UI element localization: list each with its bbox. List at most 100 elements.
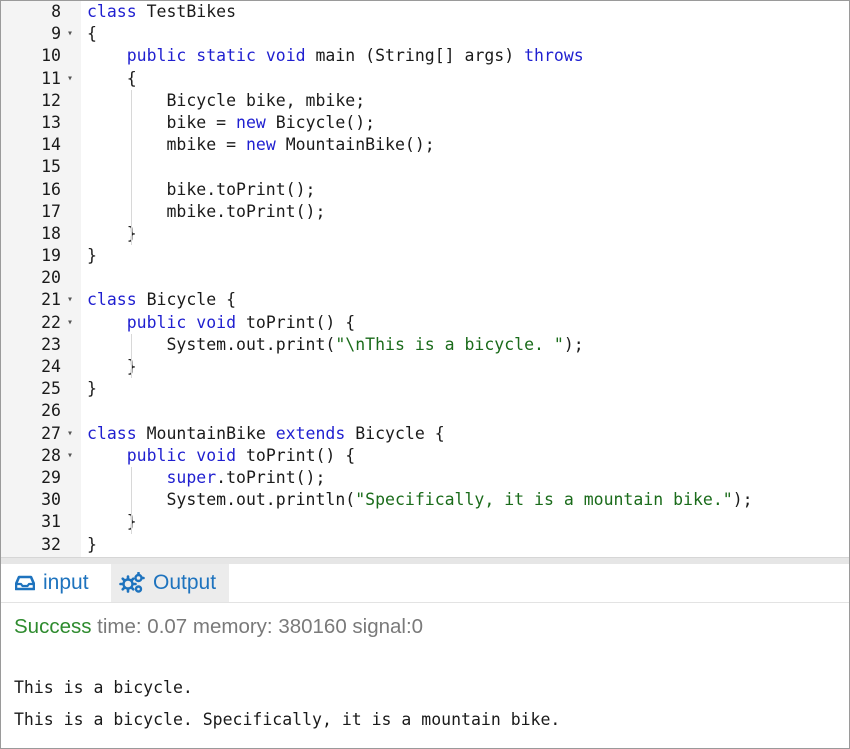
indent-guide xyxy=(131,467,132,534)
code-line[interactable]: 8 class TestBikes xyxy=(1,1,849,23)
keyword-token: public void xyxy=(126,312,237,332)
code-line[interactable]: 12 Bicycle bike, mbike; xyxy=(1,90,849,112)
indent-guide xyxy=(131,334,132,378)
fold-toggle-icon[interactable]: ▾ xyxy=(64,445,76,467)
code-text: bike.toPrint(); xyxy=(87,179,315,201)
code-line[interactable]: 11 ▾ { xyxy=(1,68,849,90)
code-text: class MountainBike extends Bicycle { xyxy=(87,423,445,445)
ide-window: 8 class TestBikes 9 ▾{10 public static void… xyxy=(0,0,850,749)
fold-toggle-icon[interactable]: ▾ xyxy=(64,68,76,90)
code-token: } xyxy=(87,534,97,554)
fold-toggle-icon[interactable]: ▾ xyxy=(64,423,76,445)
code-token: toPrint() { xyxy=(236,445,356,465)
code-line[interactable]: 30 System.out.println("Specifically, it … xyxy=(1,489,849,511)
code-token: ); xyxy=(732,490,753,510)
code-lines: 8 class TestBikes 9 ▾{10 public static void… xyxy=(1,1,849,556)
keyword-token: extends xyxy=(275,423,346,443)
fold-toggle-icon[interactable]: ▾ xyxy=(64,312,76,334)
line-number: 30 xyxy=(41,490,61,510)
line-number: 32 xyxy=(41,534,61,554)
keyword-token: super xyxy=(166,467,217,487)
gears-icon xyxy=(119,572,145,594)
code-line[interactable]: 15 xyxy=(1,156,849,178)
line-number: 8 xyxy=(51,2,61,21)
code-text: public void toPrint() { xyxy=(87,312,356,334)
code-line[interactable]: 17 mbike.toPrint(); xyxy=(1,201,849,223)
code-line[interactable]: 9 ▾ { xyxy=(1,23,849,45)
code-line[interactable]: 27 ▾ class MountainBike extends Bicycle { xyxy=(1,423,849,445)
code-token: Bicycle { xyxy=(345,423,445,443)
code-line[interactable]: 22 ▾ public void toPrint() { xyxy=(1,312,849,334)
code-line[interactable]: 14 mbike = new MountainBike(); xyxy=(1,134,849,156)
inbox-icon xyxy=(15,575,35,591)
code-token: main (String[] args) xyxy=(305,46,525,66)
code-line[interactable]: 10 public static void main (String[] arg… xyxy=(1,45,849,67)
line-number: 18 xyxy=(41,223,61,243)
line-number: 9 xyxy=(51,24,61,44)
keyword-token: new xyxy=(236,112,266,132)
code-line[interactable]: 32} xyxy=(1,534,849,556)
code-line[interactable]: 18 } xyxy=(1,223,849,245)
tab-output[interactable]: Output xyxy=(111,564,229,602)
keyword-token: class xyxy=(87,423,137,443)
code-line[interactable]: 24 } xyxy=(1,356,849,378)
code-token: Bicycle bike, mbike; xyxy=(87,90,366,110)
code-line[interactable]: 20 xyxy=(1,267,849,289)
keyword-token: class xyxy=(87,2,137,21)
string-token: "\nThis is a bicycle. " xyxy=(335,334,564,354)
keyword-token: new xyxy=(245,135,276,155)
line-number: 11 xyxy=(41,68,61,88)
code-token: .toPrint(); xyxy=(216,467,326,487)
code-line[interactable]: 19} xyxy=(1,245,849,267)
fold-toggle-icon[interactable]: ▾ xyxy=(64,23,76,45)
code-line[interactable]: 25} xyxy=(1,378,849,400)
code-line[interactable]: 21 ▾ class Bicycle { xyxy=(1,289,849,311)
keyword-token: public void xyxy=(126,445,237,465)
code-token: toPrint() { xyxy=(236,312,356,332)
status-details: time: 0.07 memory: 380160 signal:0 xyxy=(91,615,424,638)
code-text: { xyxy=(87,23,97,45)
indent-guide xyxy=(131,90,132,245)
line-number: 24 xyxy=(41,357,61,376)
code-token: TestBikes xyxy=(136,2,237,21)
line-number: 26 xyxy=(41,401,61,421)
code-text: } xyxy=(87,223,137,245)
code-line[interactable]: 23 System.out.print("\nThis is a bicycle… xyxy=(1,334,849,356)
code-text: public static void main (String[] args) … xyxy=(87,45,584,67)
code-editor[interactable]: 8 class TestBikes 9 ▾{10 public static void… xyxy=(1,1,849,557)
fold-toggle-icon[interactable]: ▾ xyxy=(64,289,76,311)
code-text: mbike.toPrint(); xyxy=(87,201,325,223)
code-line[interactable]: 31 } xyxy=(1,511,849,533)
code-line[interactable]: 13 bike = new Bicycle(); xyxy=(1,112,849,134)
code-token: System.out.println( xyxy=(87,490,356,510)
code-token: System.out.print( xyxy=(87,334,336,354)
execution-status: Success time: 0.07 memory: 380160 signal… xyxy=(14,615,423,639)
line-number: 20 xyxy=(41,268,61,288)
horizontal-scrollbar[interactable] xyxy=(1,557,849,564)
code-token: } xyxy=(87,512,137,532)
line-number: 27 xyxy=(41,423,61,443)
line-number: 15 xyxy=(41,157,61,177)
code-token: } xyxy=(87,379,97,399)
line-number: 22 xyxy=(41,312,61,332)
code-text: } xyxy=(87,378,97,400)
code-token: ); xyxy=(563,334,584,354)
code-line[interactable]: 28 ▾ public void toPrint() { xyxy=(1,445,849,467)
code-line[interactable]: 16 bike.toPrint(); xyxy=(1,179,849,201)
code-text: class Bicycle { xyxy=(87,289,236,311)
code-token: MountainBike(); xyxy=(275,135,435,155)
string-token: "Specifically, it is a mountain bike." xyxy=(355,490,733,510)
code-token: } xyxy=(87,223,137,243)
code-text: } xyxy=(87,534,97,556)
line-number: 16 xyxy=(41,179,61,199)
line-number: 12 xyxy=(41,90,61,110)
code-line[interactable]: 29 super.toPrint(); xyxy=(1,467,849,489)
line-number: 25 xyxy=(41,379,61,399)
line-number: 19 xyxy=(41,246,61,266)
tab-input[interactable]: input xyxy=(15,564,89,602)
code-line[interactable]: 26 xyxy=(1,400,849,422)
keyword-token: throws xyxy=(524,46,584,66)
